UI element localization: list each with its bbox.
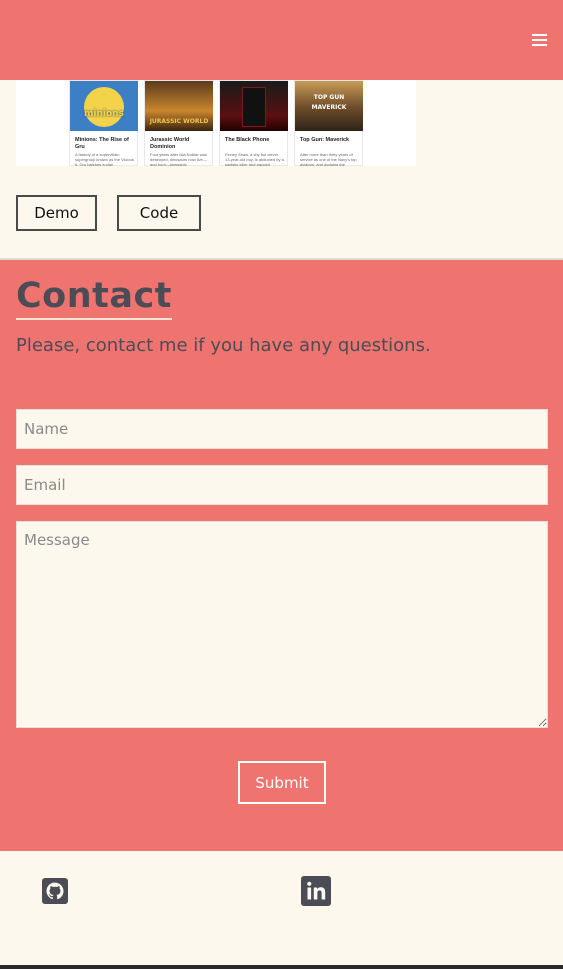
- message-field[interactable]: [16, 521, 548, 728]
- github-icon[interactable]: [40, 876, 70, 906]
- movie-title: Jurassic World Dominion: [150, 137, 190, 150]
- poster-title: minions: [84, 109, 124, 119]
- movie-card: JURASSIC WORLD Jurassic World Dominion F…: [144, 80, 213, 166]
- movie-description: Finney Shaw, a shy but clever 13-year-ol…: [225, 152, 284, 166]
- movie-poster: TOP GUN MAVERICK: [295, 81, 363, 131]
- movie-description: Four years after Isla Nublar was destroy…: [150, 152, 207, 166]
- poster-title: JURASSIC WORLD: [149, 118, 209, 125]
- linkedin-icon[interactable]: [301, 876, 331, 906]
- movie-poster: minions: [70, 81, 138, 131]
- contact-title: Contact: [16, 276, 172, 320]
- site-footer: [0, 851, 563, 969]
- page: minions Minions: The Rise of Gru A fanbo…: [0, 0, 563, 969]
- movie-title: Top Gun: Maverick: [300, 137, 350, 143]
- movie-description: After more than thirty years of service …: [300, 152, 357, 166]
- demo-button[interactable]: Demo: [16, 195, 97, 231]
- movie-card: minions Minions: The Rise of Gru A fanbo…: [69, 80, 138, 166]
- code-button[interactable]: Code: [117, 195, 201, 231]
- bottom-bar: [0, 965, 563, 969]
- submit-button[interactable]: Submit: [238, 761, 326, 804]
- movie-card: TOP GUN MAVERICK Top Gun: Maverick After…: [294, 80, 363, 166]
- movie-title: Minions: The Rise of Gru: [75, 137, 129, 150]
- poster-title: TOP GUN MAVERICK: [311, 94, 347, 111]
- movie-poster: JURASSIC WORLD: [145, 81, 213, 131]
- movie-description: A fanboy of a supervillain supergroup kn…: [75, 152, 134, 166]
- project-preview-image: minions Minions: The Rise of Gru A fanbo…: [16, 80, 416, 166]
- contact-section: Contact Please, contact me if you have a…: [0, 258, 563, 851]
- movie-poster: [220, 81, 288, 131]
- site-header: [0, 0, 563, 80]
- email-field[interactable]: [16, 465, 548, 505]
- name-field[interactable]: [16, 409, 548, 449]
- movie-title: The Black Phone: [225, 137, 270, 143]
- movie-card: The Black Phone Finney Shaw, a shy but c…: [219, 80, 288, 166]
- hamburger-menu-icon[interactable]: [532, 30, 547, 50]
- contact-subtitle: Please, contact me if you have any quest…: [16, 335, 431, 356]
